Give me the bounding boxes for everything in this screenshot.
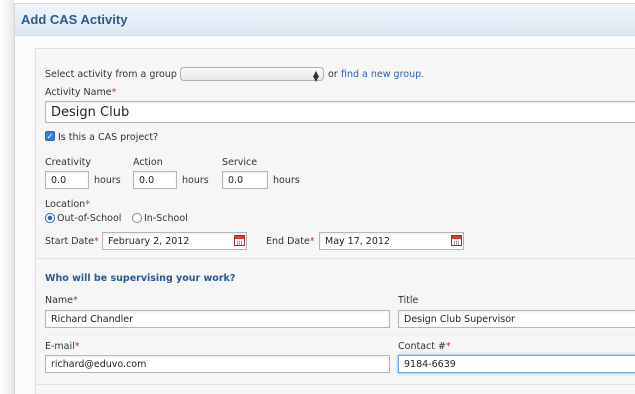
action-hours-unit: hours [182, 175, 209, 186]
bottom-divider [36, 384, 635, 385]
group-select-label: Select activity from a group [45, 69, 177, 80]
supervisor-heading: Who will be supervising your work? [45, 273, 236, 284]
creativity-hours-value: 0.0 [51, 174, 67, 186]
service-label: Service [222, 157, 258, 168]
end-date-label: End Date* [266, 236, 315, 247]
action-hours-input[interactable]: 0.0 [133, 171, 177, 189]
end-date-input[interactable]: May 17, 2012 [319, 232, 464, 250]
service-hours-unit: hours [273, 175, 300, 186]
dialog-title-bar: Add CAS Activity [15, 4, 635, 36]
select-arrows-icon: ▲ ▼ [312, 69, 319, 83]
supervisor-contact-label: Contact #* [398, 341, 451, 352]
creativity-hours-input[interactable]: 0.0 [45, 171, 89, 189]
cas-project-checkbox[interactable]: ✓ [45, 131, 55, 141]
action-hours-value: 0.0 [139, 174, 155, 186]
service-hours-value: 0.0 [228, 174, 244, 186]
supervisor-contact-value: 9184-6639 [404, 358, 456, 370]
out-of-school-label: Out-of-School [57, 213, 122, 224]
supervisor-contact-input[interactable]: 9184-6639 [398, 355, 635, 373]
window-shadow [0, 0, 14, 394]
location-label: Location* [45, 199, 90, 210]
activity-name-input[interactable]: Design Club [45, 101, 635, 123]
supervisor-email-label: E-mail* [45, 341, 80, 352]
dialog-title: Add CAS Activity [21, 12, 128, 27]
group-link-prefix: or [328, 69, 338, 80]
activity-form: Select activity from a group ▲ ▼ or find … [35, 48, 635, 394]
supervisor-email-value: richard@eduvo.com [51, 358, 147, 370]
section-divider [36, 258, 635, 259]
group-select[interactable]: ▲ ▼ [180, 67, 324, 83]
find-new-group-link[interactable]: find a new group. [341, 69, 424, 80]
end-date-value: May 17, 2012 [325, 235, 390, 247]
action-label: Action [133, 157, 163, 168]
start-date-input[interactable]: February 2, 2012 [102, 232, 247, 250]
supervisor-title-value: Design Club Supervisor [404, 313, 515, 325]
creativity-hours-unit: hours [94, 175, 121, 186]
supervisor-email-input[interactable]: richard@eduvo.com [45, 355, 390, 373]
in-school-radio[interactable] [132, 213, 142, 223]
end-date-calendar-icon[interactable] [451, 235, 462, 246]
activity-name-value: Design Club [51, 104, 130, 120]
in-school-label: In-School [144, 213, 188, 224]
start-date-label: Start Date* [45, 236, 99, 247]
start-date-calendar-icon[interactable] [234, 235, 245, 246]
supervisor-title-input[interactable]: Design Club Supervisor [398, 310, 635, 328]
supervisor-name-label: Name* [45, 295, 78, 306]
supervisor-title-label: Title [398, 295, 419, 306]
cas-project-label: Is this a CAS project? [58, 132, 159, 143]
supervisor-name-input[interactable]: Richard Chandler [45, 310, 390, 328]
supervisor-name-value: Richard Chandler [51, 313, 134, 325]
add-cas-activity-dialog: Add CAS Activity Select activity from a … [14, 3, 635, 394]
creativity-label: Creativity [45, 157, 91, 168]
out-of-school-radio[interactable] [45, 213, 55, 223]
start-date-value: February 2, 2012 [108, 235, 190, 247]
field-divider [45, 334, 635, 335]
service-hours-input[interactable]: 0.0 [222, 171, 268, 189]
activity-name-label: Activity Name* [45, 87, 117, 98]
